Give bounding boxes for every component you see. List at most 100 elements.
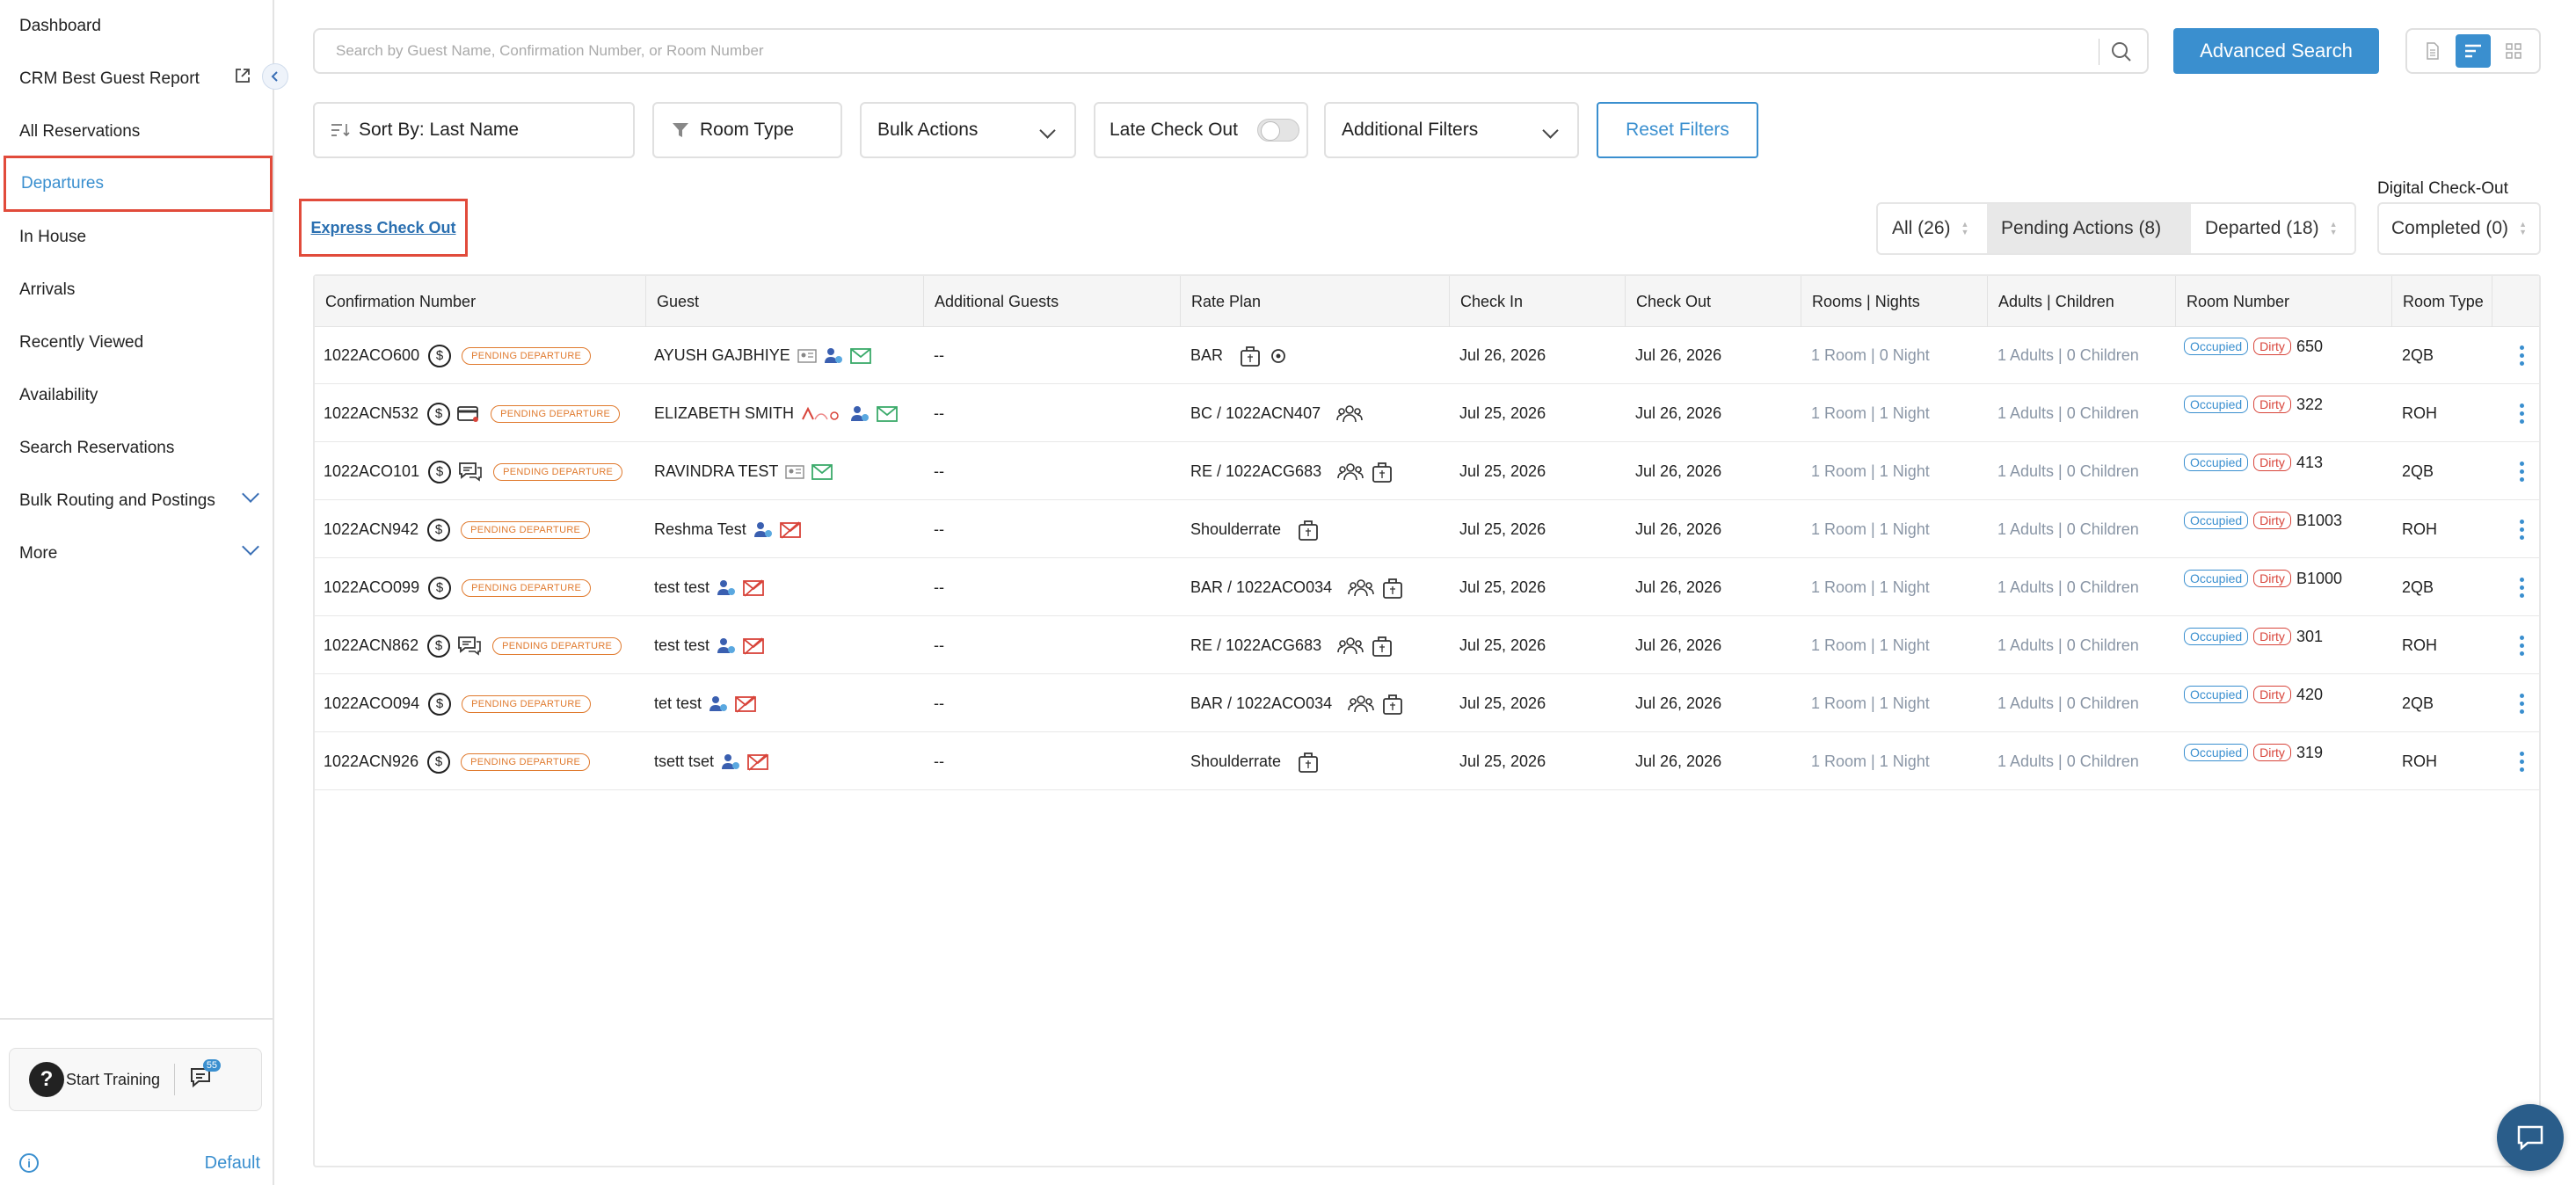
guest-profile-icon[interactable] <box>721 753 740 771</box>
package-icon[interactable] <box>1239 345 1262 367</box>
list-view-icon[interactable] <box>2456 34 2491 68</box>
confirmation-number[interactable]: 1022ACO101 <box>324 462 419 481</box>
table-row[interactable]: 1022ACO101 $ PENDING DEPARTURE RAVINDRA … <box>315 443 2539 500</box>
search-input[interactable]: Search by Guest Name, Confirmation Numbe… <box>313 28 2149 74</box>
column-header[interactable]: Guest <box>645 276 923 327</box>
notes-icon[interactable] <box>457 636 482 657</box>
table-row[interactable]: 1022ACN532 $ PENDING DEPARTURE ELIZABETH… <box>315 385 2539 442</box>
guest-name[interactable]: tsett tset <box>654 752 714 771</box>
dollar-icon[interactable]: $ <box>428 460 452 483</box>
guest-profile-icon[interactable] <box>709 695 728 713</box>
group-icon[interactable] <box>1337 462 1364 482</box>
no-email-icon[interactable] <box>779 520 801 539</box>
column-header[interactable]: Check In <box>1449 276 1625 327</box>
id-card-icon[interactable] <box>785 464 805 479</box>
table-row[interactable]: 1022ACO600 $ PENDING DEPARTURE AYUSH GAJ… <box>315 327 2539 384</box>
digital-checkout-completed[interactable]: Completed (0) ▲ ▼ <box>2377 202 2541 255</box>
guest-profile-icon[interactable] <box>717 579 736 597</box>
column-header[interactable]: Rooms | Nights <box>1801 276 1987 327</box>
guest-profile-icon[interactable] <box>850 405 870 423</box>
id-card-icon[interactable] <box>797 348 817 363</box>
room-number[interactable]: 420 <box>2296 686 2323 704</box>
guest-profile-icon[interactable] <box>824 347 843 365</box>
chat-support-button[interactable] <box>2497 1104 2564 1171</box>
room-number[interactable]: B1003 <box>2296 512 2342 530</box>
room-number[interactable]: 650 <box>2296 338 2323 356</box>
collapse-sidebar-button[interactable] <box>262 63 288 90</box>
email-icon[interactable] <box>849 347 871 364</box>
sidebar-item-recently-viewed[interactable]: Recently Viewed <box>0 317 273 368</box>
guest-name[interactable]: Reshma Test <box>654 520 746 539</box>
room-type-filter[interactable]: Room Type <box>652 102 842 158</box>
dollar-icon[interactable]: $ <box>428 344 452 367</box>
guest-profile-icon[interactable] <box>753 521 773 539</box>
guest-name[interactable]: ELIZABETH SMITH <box>654 404 794 423</box>
default-link[interactable]: Default <box>190 1153 260 1174</box>
guest-name[interactable]: test test <box>654 636 709 655</box>
group-icon[interactable] <box>1337 636 1364 656</box>
express-checkout-link[interactable]: Express Check Out <box>310 219 455 237</box>
messages-icon[interactable]: 55 <box>189 1058 222 1094</box>
confirmation-number[interactable]: 1022ACO099 <box>324 578 419 597</box>
column-header[interactable]: Rate Plan <box>1180 276 1449 327</box>
row-actions-button[interactable] <box>2520 327 2524 384</box>
sort-by-dropdown[interactable]: Sort By: Last Name <box>313 102 635 158</box>
dollar-icon[interactable]: $ <box>427 518 451 542</box>
loyalty-logo-icon[interactable] <box>801 405 843 423</box>
search-icon[interactable] <box>2110 40 2133 63</box>
confirmation-number[interactable]: 1022ACN862 <box>324 636 418 655</box>
package-icon[interactable] <box>1381 693 1404 716</box>
column-header[interactable]: Additional Guests <box>923 276 1180 327</box>
package-icon[interactable] <box>1297 519 1320 542</box>
row-actions-button[interactable] <box>2520 675 2524 732</box>
column-header[interactable]: Room Type <box>2391 276 2492 327</box>
dollar-icon[interactable]: $ <box>428 692 452 716</box>
additional-filters-dropdown[interactable]: Additional Filters <box>1324 102 1579 158</box>
no-email-icon[interactable] <box>735 694 756 713</box>
no-email-icon[interactable] <box>743 636 764 655</box>
bulk-actions-dropdown[interactable]: Bulk Actions <box>860 102 1076 158</box>
advanced-search-button[interactable]: Advanced Search <box>2173 28 2379 74</box>
sidebar-item-in-house[interactable]: In House <box>0 212 273 263</box>
reset-filters-button[interactable]: Reset Filters <box>1597 102 1758 158</box>
tab-departed[interactable]: Departed (18) ▲ ▼ <box>2191 204 2354 253</box>
room-number[interactable]: 322 <box>2296 396 2323 414</box>
room-number[interactable]: 413 <box>2296 454 2323 472</box>
confirmation-number[interactable]: 1022ACO094 <box>324 694 419 713</box>
row-actions-button[interactable] <box>2520 385 2524 442</box>
room-number[interactable]: 301 <box>2296 628 2323 646</box>
sidebar-item-all-reservations[interactable]: All Reservations <box>0 106 273 157</box>
dollar-icon[interactable]: $ <box>427 402 451 425</box>
table-row[interactable]: 1022ACN926 $ PENDING DEPARTURE tsett tse… <box>315 733 2539 790</box>
guest-profile-icon[interactable] <box>717 637 736 655</box>
room-number[interactable]: B1000 <box>2296 570 2342 588</box>
document-view-icon[interactable] <box>2415 34 2450 68</box>
email-icon[interactable] <box>811 463 833 480</box>
sidebar-item-dashboard[interactable]: Dashboard <box>0 1 273 52</box>
package-icon[interactable] <box>1297 751 1320 774</box>
guest-name[interactable]: AYUSH GAJBHIYE <box>654 346 790 365</box>
package-icon[interactable] <box>1371 461 1394 483</box>
external-link-icon[interactable] <box>234 67 251 84</box>
sidebar-item-availability[interactable]: Availability <box>0 370 273 421</box>
sidebar-item-bulk-routing[interactable]: Bulk Routing and Postings <box>0 476 273 527</box>
row-actions-button[interactable] <box>2520 617 2524 674</box>
column-header[interactable]: Room Number <box>2175 276 2391 327</box>
room-number[interactable]: 319 <box>2296 744 2323 762</box>
no-email-icon[interactable] <box>743 578 764 597</box>
confirmation-number[interactable]: 1022ACN926 <box>324 752 418 771</box>
dollar-icon[interactable]: $ <box>427 750 451 774</box>
confirmation-number[interactable]: 1022ACN532 <box>324 404 418 423</box>
credit-card-icon[interactable] <box>457 405 480 423</box>
guest-name[interactable]: test test <box>654 578 709 597</box>
late-checkout-toggle[interactable] <box>1256 119 1299 142</box>
start-training-button[interactable]: Start Training <box>66 1071 160 1089</box>
confirmation-number[interactable]: 1022ACN942 <box>324 520 418 539</box>
row-actions-button[interactable] <box>2520 501 2524 558</box>
dollar-icon[interactable]: $ <box>428 576 452 600</box>
settings-icon[interactable] <box>1269 346 1288 366</box>
guest-name[interactable]: tet test <box>654 694 702 713</box>
tab-all[interactable]: All (26) ▲ ▼ <box>1878 204 1987 253</box>
row-actions-button[interactable] <box>2520 733 2524 790</box>
confirmation-number[interactable]: 1022ACO600 <box>324 346 419 365</box>
